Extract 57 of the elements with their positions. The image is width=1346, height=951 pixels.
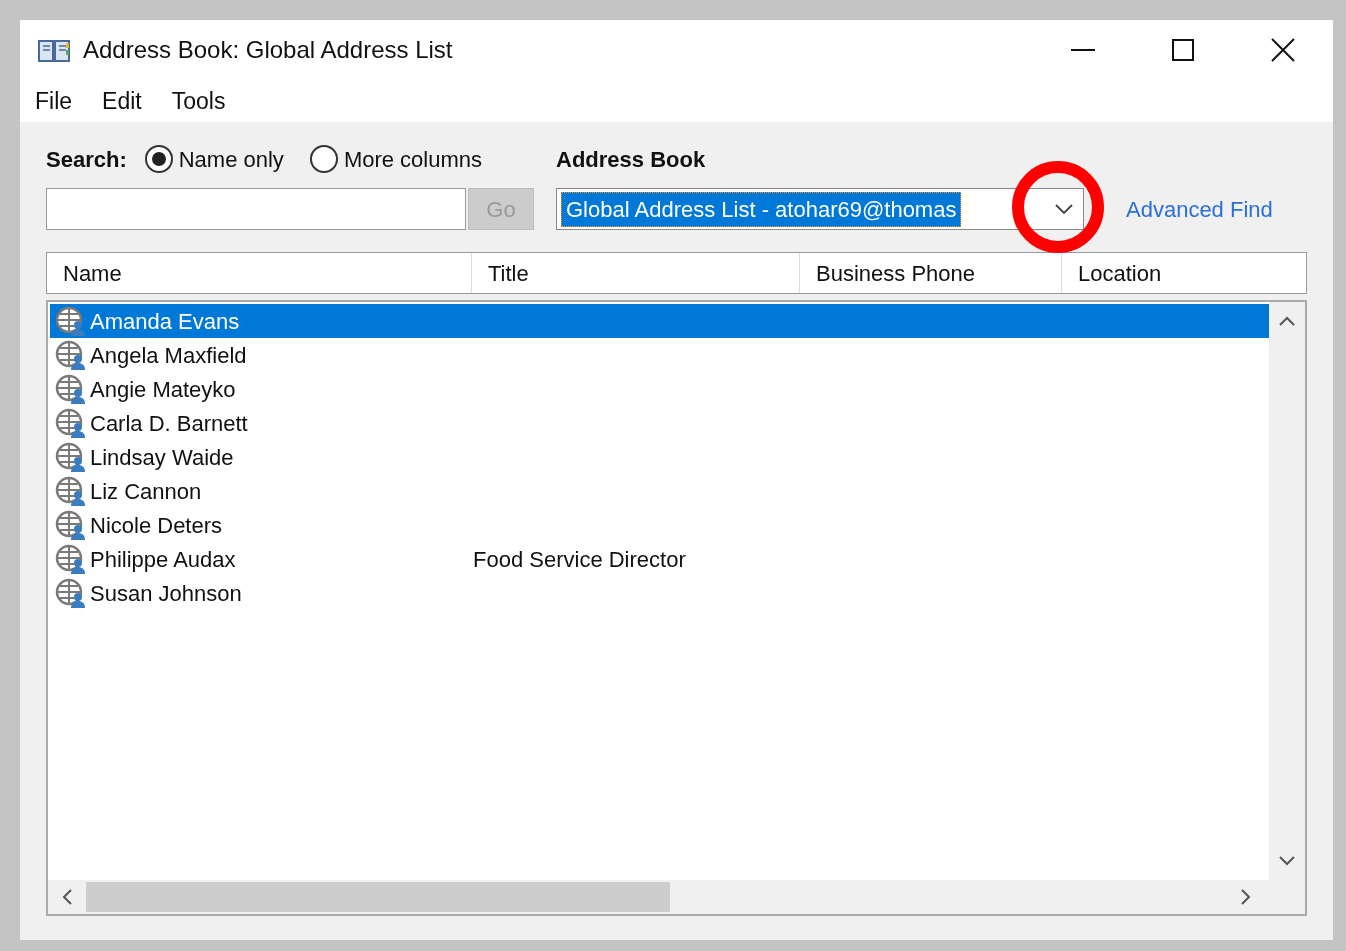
minimize-icon — [1071, 49, 1095, 51]
contact-name: Lindsay Waide — [90, 443, 234, 472]
chevron-down-icon — [1055, 204, 1073, 214]
contact-globe-icon — [54, 475, 88, 507]
contact-row[interactable]: Carla D. Barnett — [50, 406, 1269, 440]
maximize-icon — [1172, 39, 1194, 61]
menu-item[interactable]: Edit — [102, 83, 142, 119]
address-book-dropdown[interactable]: Global Address List - atohar69@thomas — [556, 188, 1084, 230]
advanced-find-link[interactable]: Advanced Find — [1126, 192, 1273, 226]
contact-row[interactable]: Liz Cannon — [50, 474, 1269, 508]
contact-row[interactable]: Philippe Audax Food Service Director — [50, 542, 1269, 576]
window-title: Address Book: Global Address List — [83, 35, 453, 65]
radio-option[interactable]: More columns — [309, 142, 483, 176]
contact-row[interactable]: Lindsay Waide — [50, 440, 1269, 474]
menu-item[interactable]: File — [35, 83, 73, 119]
radio-button[interactable] — [144, 145, 173, 173]
contact-row[interactable]: Angie Mateyko — [50, 372, 1269, 406]
contact-row[interactable]: Angela Maxfield — [50, 338, 1269, 372]
contact-title: Food Service Director — [473, 545, 686, 574]
contact-globe-icon — [54, 373, 88, 405]
address-book-icon — [37, 37, 71, 63]
contact-name: Nicole Deters — [90, 511, 223, 540]
search-label: Search: — [46, 145, 127, 174]
menu-item[interactable]: Tools — [171, 83, 226, 119]
contact-row[interactable]: Amanda Evans — [50, 304, 1269, 338]
contact-globe-icon — [54, 407, 88, 439]
contact-name: Amanda Evans — [90, 307, 240, 336]
contact-name: Carla D. Barnett — [90, 409, 248, 438]
column-header[interactable]: Business Phone — [800, 253, 1062, 293]
contact-name: Philippe Audax — [90, 545, 236, 574]
column-header[interactable]: Title — [472, 253, 800, 293]
contact-globe-icon — [54, 441, 88, 473]
contact-row[interactable]: Susan Johnson — [50, 576, 1269, 610]
contact-name: Angela Maxfield — [90, 341, 247, 370]
close-icon — [1271, 38, 1295, 62]
column-header[interactable]: Location — [1062, 253, 1306, 293]
address-book-label: Address Book — [556, 145, 707, 174]
search-field[interactable] — [46, 188, 466, 230]
scrollbar-thumb[interactable] — [86, 882, 670, 912]
horizontal-scrollbar[interactable] — [48, 880, 1305, 914]
contact-globe-icon — [54, 577, 88, 609]
contact-name: Susan Johnson — [90, 579, 242, 608]
contact-name: Angie Mateyko — [90, 375, 236, 404]
contact-globe-icon — [54, 305, 88, 337]
radio-option[interactable]: Name only — [144, 142, 284, 176]
contact-globe-icon — [54, 543, 88, 575]
contact-row[interactable]: Nicole Deters — [50, 508, 1269, 542]
vertical-scrollbar[interactable] — [1269, 302, 1305, 880]
radio-button[interactable] — [309, 145, 338, 173]
scroll-left-icon — [62, 889, 72, 905]
contact-globe-icon — [54, 339, 88, 371]
contact-name: Liz Cannon — [90, 477, 202, 506]
contact-globe-icon — [54, 509, 88, 541]
scroll-right-icon — [1241, 889, 1251, 905]
scroll-down-icon — [1279, 856, 1295, 866]
column-header[interactable]: Name — [47, 253, 472, 293]
scroll-up-icon — [1279, 316, 1295, 326]
